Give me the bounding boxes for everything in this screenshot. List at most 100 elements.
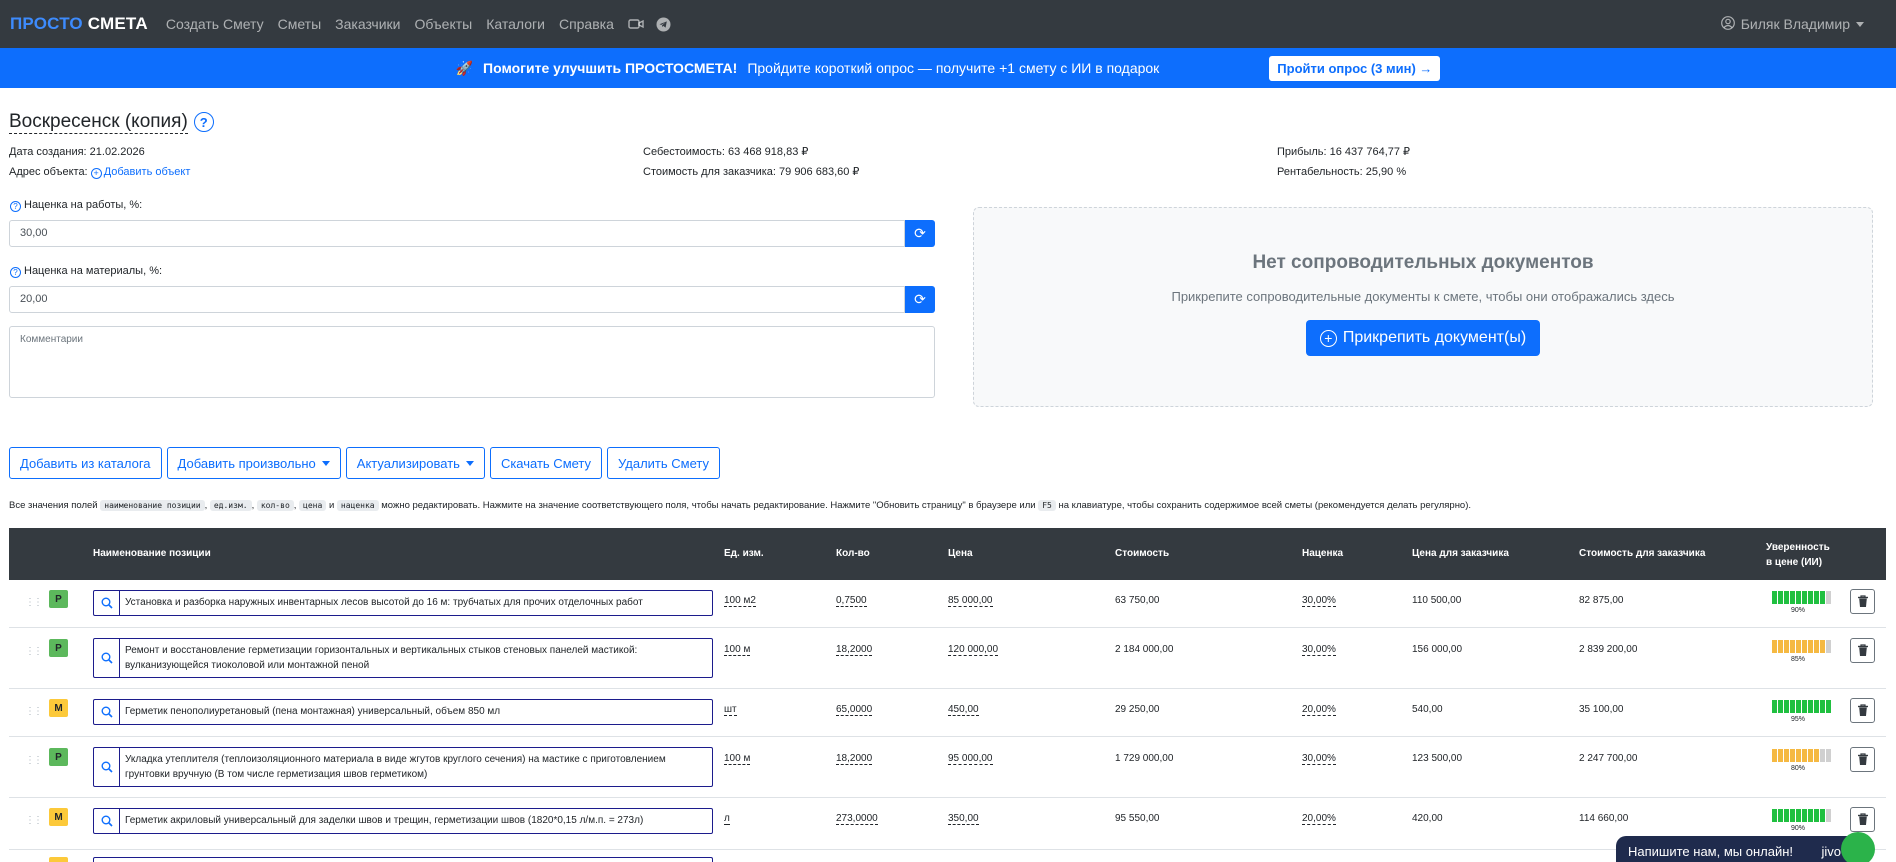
markup-cell[interactable]: 20,00% xyxy=(1302,704,1336,716)
position-name[interactable]: Ремонт и восстановление герметизации гор… xyxy=(120,639,712,677)
name-input[interactable] xyxy=(93,857,713,862)
name-input[interactable]: Герметик акриловый универсальный для зад… xyxy=(93,808,713,834)
material-badge: М xyxy=(49,808,68,826)
plus-circle-icon: + xyxy=(90,167,102,179)
add-object-link[interactable]: + Добавить объект xyxy=(90,166,191,179)
estimate-title[interactable]: Воскресенск (копия) xyxy=(9,111,188,134)
address-label: Адрес объекта: xyxy=(9,166,88,178)
delete-row-button[interactable] xyxy=(1850,638,1875,663)
qty-cell[interactable]: 18,2000 xyxy=(836,753,873,765)
profit-total: Прибыль: 16 437 764,77 ₽ xyxy=(1277,146,1411,158)
nav-catalogs[interactable]: Каталоги xyxy=(486,16,545,32)
nav-customers[interactable]: Заказчики xyxy=(335,16,400,32)
name-input[interactable]: Установка и разборка наружных инвентарны… xyxy=(93,590,713,616)
qty-cell[interactable]: 273,0000 xyxy=(836,813,878,825)
confidence-bar-segment xyxy=(1820,700,1825,713)
nav-help[interactable]: Справка xyxy=(559,16,614,32)
position-name[interactable]: Укладка утеплителя (теплоизоляционного м… xyxy=(120,748,712,786)
markup-cell[interactable]: 30,00% xyxy=(1302,753,1336,765)
video-camera-icon[interactable] xyxy=(628,18,644,30)
search-icon[interactable] xyxy=(94,700,120,724)
drag-handle-icon[interactable]: ⋮⋮ xyxy=(25,815,43,826)
position-name[interactable]: Герметик акриловый универсальный для зад… xyxy=(120,809,712,833)
confidence-bars xyxy=(1772,749,1831,762)
price-cell[interactable]: 120 000,00 xyxy=(948,644,999,656)
delete-estimate-button[interactable]: Удалить Смету xyxy=(607,447,720,479)
price-cell[interactable]: 85 000,00 xyxy=(948,595,993,607)
name-input[interactable]: Герметик пенополиуретановый (пена монтаж… xyxy=(93,699,713,725)
drag-handle-icon[interactable]: ⋮⋮ xyxy=(25,706,43,717)
confidence-bar-segment xyxy=(1790,640,1795,653)
survey-button[interactable]: Пройти опрос (3 мин) → xyxy=(1269,55,1441,81)
drag-handle-icon[interactable]: ⋮⋮ xyxy=(25,597,43,608)
customer-cost-cell: 2 247 700,00 xyxy=(1579,753,1638,764)
unit-cell[interactable]: л xyxy=(724,813,730,825)
work-markup-input[interactable]: 30,00 xyxy=(9,220,905,247)
hint-text: на клавиатуре, чтобы сохранить содержимо… xyxy=(1058,500,1472,511)
profitability-total: Рентабельность: 25,90 % xyxy=(1277,166,1407,178)
nav-objects[interactable]: Объекты xyxy=(414,16,472,32)
confidence-bar-segment xyxy=(1808,640,1813,653)
unit-cell[interactable]: 100 м xyxy=(724,753,751,765)
price-cell[interactable]: 350,00 xyxy=(948,813,979,825)
qty-cell[interactable]: 65,0000 xyxy=(836,704,873,716)
hint-text: можно редактировать. Нажмите на значение… xyxy=(381,500,1036,511)
trash-icon xyxy=(1857,753,1868,765)
confidence-bar-segment xyxy=(1802,700,1807,713)
actualize-button[interactable]: Актуализировать xyxy=(345,447,485,479)
delete-row-button[interactable] xyxy=(1850,698,1875,723)
comment-textarea[interactable]: Комментарии xyxy=(9,326,935,398)
markup-cell[interactable]: 30,00% xyxy=(1302,644,1336,656)
download-estimate-button[interactable]: Скачать Смету xyxy=(489,447,603,479)
confidence-bar-segment xyxy=(1790,809,1795,822)
markup-cell[interactable]: 30,00% xyxy=(1302,595,1336,607)
confidence-bar-segment xyxy=(1784,749,1789,762)
position-name[interactable]: Установка и разборка наружных инвентарны… xyxy=(120,591,712,615)
unit-cell[interactable]: 100 м2 xyxy=(724,595,756,607)
confidence-percent: 80% xyxy=(1790,765,1805,772)
unit-cell[interactable]: шт xyxy=(724,704,737,716)
chevron-down-icon xyxy=(321,460,330,466)
help-icon[interactable]: ? xyxy=(10,201,21,212)
brand-logo[interactable]: ПРОСТО СМЕТА xyxy=(10,14,148,34)
hint-text: и xyxy=(328,500,335,511)
price-cell[interactable]: 450,00 xyxy=(948,704,979,716)
nav-estimates[interactable]: Сметы xyxy=(278,16,322,32)
unit-cell[interactable]: 100 м xyxy=(724,644,751,656)
search-icon[interactable] xyxy=(94,639,120,677)
add-from-catalog-button[interactable]: Добавить из каталога xyxy=(9,447,162,479)
markup-cell[interactable]: 20,00% xyxy=(1302,813,1336,825)
help-icon[interactable]: ? xyxy=(10,267,21,278)
delete-row-button[interactable] xyxy=(1850,747,1875,772)
qty-cell[interactable]: 0,7500 xyxy=(836,595,867,607)
help-icon[interactable]: ? xyxy=(193,112,214,133)
search-icon[interactable] xyxy=(94,591,120,615)
material-markup-input[interactable]: 20,00 xyxy=(9,286,905,313)
search-icon[interactable] xyxy=(94,809,120,833)
qty-cell[interactable]: 18,2000 xyxy=(836,644,873,656)
chat-widget[interactable]: Напишите нам, мы онлайн! jivo xyxy=(1616,832,1875,862)
material-markup-group: 20,00 ⟳ xyxy=(9,286,935,313)
delete-row-button[interactable] xyxy=(1850,589,1875,614)
drag-handle-icon[interactable]: ⋮⋮ xyxy=(25,755,43,766)
attach-documents-button[interactable]: + Прикрепить документ(ы) xyxy=(1305,320,1541,356)
col-confidence-line2: в цене (ИИ) xyxy=(1766,557,1823,568)
drag-handle-icon[interactable]: ⋮⋮ xyxy=(25,646,43,657)
position-name[interactable]: Герметик пенополиуретановый (пена монтаж… xyxy=(120,700,712,724)
name-input[interactable]: Укладка утеплителя (теплоизоляционного м… xyxy=(93,747,713,787)
telegram-icon[interactable] xyxy=(656,17,671,32)
search-icon[interactable] xyxy=(94,748,120,786)
user-menu[interactable]: Биляк Владимир xyxy=(1720,15,1864,33)
refresh-work-markup-button[interactable]: ⟳ xyxy=(905,220,935,247)
name-input[interactable]: Ремонт и восстановление герметизации гор… xyxy=(93,638,713,678)
delete-row-button[interactable] xyxy=(1850,807,1875,832)
add-object-label: Добавить объект xyxy=(103,166,191,178)
confidence-indicator: 95% xyxy=(1772,700,1831,723)
trash-icon xyxy=(1857,704,1868,716)
col-customer-price: Цена для заказчика xyxy=(1412,548,1509,559)
price-cell[interactable]: 95 000,00 xyxy=(948,753,993,765)
add-custom-button[interactable]: Добавить произвольно xyxy=(166,447,341,479)
refresh-material-markup-button[interactable]: ⟳ xyxy=(905,286,935,313)
table-row: ⋮⋮ М Герметик акриловый универсальный для… xyxy=(9,798,1886,850)
nav-create-estimate[interactable]: Создать Смету xyxy=(166,16,264,32)
